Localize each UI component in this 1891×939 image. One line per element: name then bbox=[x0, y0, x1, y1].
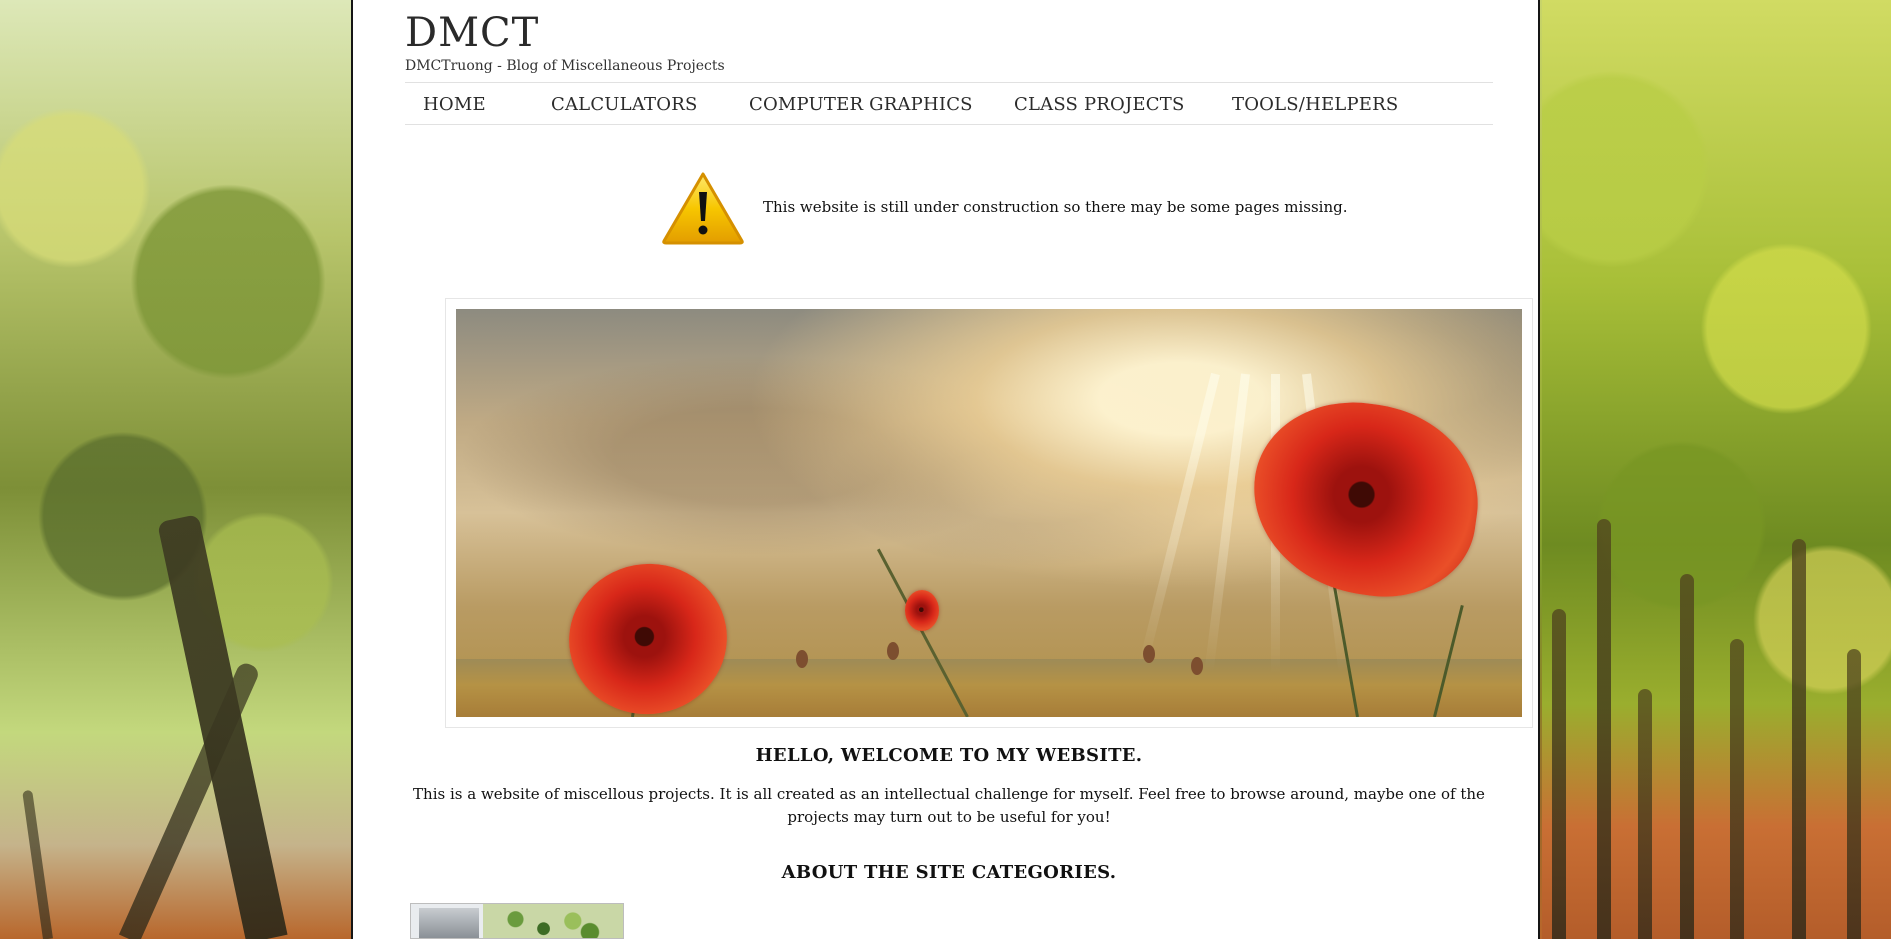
right-tree-trunk bbox=[1552, 609, 1566, 939]
red-poppy-flower bbox=[557, 551, 739, 717]
nav-item-class-projects[interactable]: CLASS PROJECTS bbox=[1014, 94, 1184, 115]
right-background-image bbox=[1542, 0, 1891, 939]
right-tree-trunk bbox=[1638, 689, 1652, 939]
welcome-heading: HELLO, WELCOME TO MY WEBSITE. bbox=[755, 745, 1143, 766]
sunlight-ray bbox=[1138, 372, 1220, 667]
right-tree-trunk bbox=[1597, 519, 1611, 939]
poppy-bud bbox=[1191, 657, 1203, 675]
page-container: DMCT DMCTruong - Blog of Miscellaneous P… bbox=[351, 0, 1540, 939]
right-tree-trunk bbox=[1680, 574, 1694, 939]
nav-item-home[interactable]: HOME bbox=[423, 94, 486, 115]
poppy-bud bbox=[796, 650, 808, 668]
category-thumbnail[interactable] bbox=[410, 903, 624, 939]
main-navigation: HOME CALCULATORS COMPUTER GRAPHICS CLASS… bbox=[405, 82, 1493, 125]
red-poppy-bud bbox=[905, 590, 939, 631]
categories-heading: ABOUT THE SITE CATEGORIES. bbox=[781, 862, 1117, 883]
welcome-paragraph: This is a website of miscellous projects… bbox=[413, 785, 1485, 826]
sunlight-ray bbox=[1204, 373, 1250, 673]
poppy-stem bbox=[1433, 605, 1464, 717]
site-title[interactable]: DMCT bbox=[405, 13, 539, 53]
nav-item-calculators[interactable]: CALCULATORS bbox=[551, 94, 697, 115]
site-tagline: DMCTruong - Blog of Miscellaneous Projec… bbox=[405, 58, 725, 74]
right-tree-trunk bbox=[1730, 639, 1744, 939]
poppy-field-banner bbox=[456, 309, 1522, 717]
left-background-image bbox=[0, 0, 351, 939]
right-tree-trunk bbox=[1847, 649, 1861, 939]
poppy-bud bbox=[887, 642, 899, 660]
grass-stem bbox=[876, 548, 969, 717]
construction-notice-text: This website is still under construction… bbox=[763, 198, 1348, 216]
construction-notice: This website is still under construction… bbox=[659, 169, 1348, 253]
poppy-bud bbox=[1143, 645, 1155, 663]
right-tree-trunk bbox=[1792, 539, 1806, 939]
nav-item-computer-graphics[interactable]: COMPUTER GRAPHICS bbox=[749, 94, 973, 115]
hero-image-frame bbox=[445, 298, 1533, 728]
warning-icon bbox=[662, 172, 744, 245]
left-background-tree bbox=[22, 789, 53, 939]
nav-item-tools-helpers[interactable]: TOOLS/HELPERS bbox=[1232, 94, 1398, 115]
